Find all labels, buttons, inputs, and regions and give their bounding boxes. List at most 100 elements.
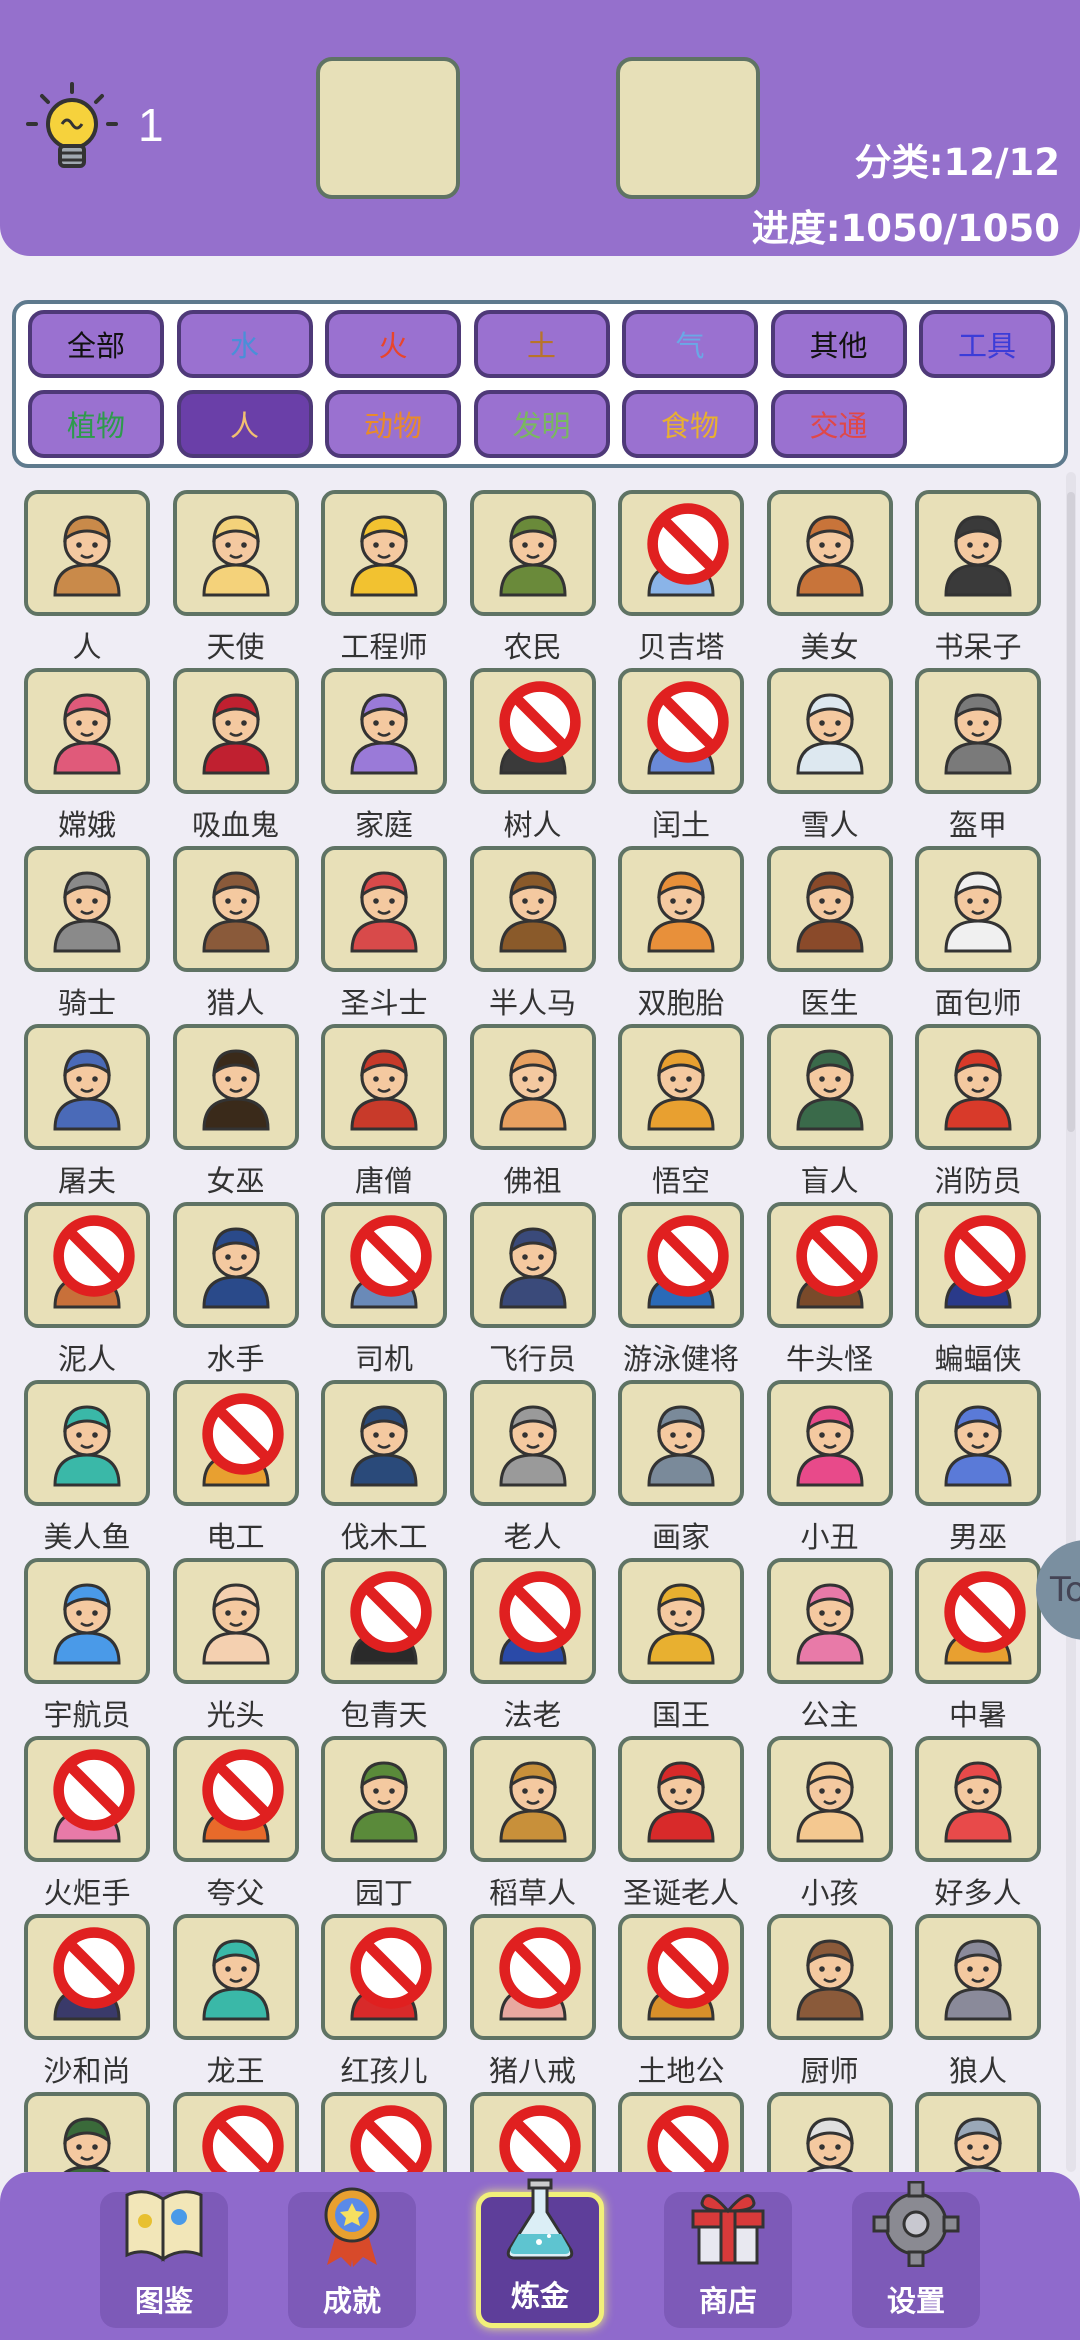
item-tile[interactable]	[469, 846, 596, 972]
item-card[interactable]: 飞行员	[469, 1202, 596, 1378]
item-card[interactable]: 红孩儿	[321, 1914, 447, 2090]
item-card[interactable]: 贝吉塔	[618, 490, 744, 666]
item-tile[interactable]	[766, 846, 893, 972]
item-tile[interactable]	[469, 2092, 596, 2172]
item-tile[interactable]	[618, 1202, 744, 1328]
item-card[interactable]: 悟空	[618, 1024, 744, 1200]
item-tile[interactable]	[915, 846, 1041, 972]
item-tile[interactable]	[469, 1558, 596, 1684]
item-card[interactable]: 农民	[469, 490, 596, 666]
item-card[interactable]: 家庭	[321, 668, 447, 844]
item-tile[interactable]	[172, 1380, 299, 1506]
item-tile[interactable]	[24, 1024, 150, 1150]
item-tile[interactable]	[766, 490, 893, 616]
item-tile[interactable]	[172, 1914, 299, 2040]
item-card[interactable]: 猪八戒	[469, 1914, 596, 2090]
item-card[interactable]: 沙和尚	[24, 1914, 150, 2090]
category-tab[interactable]: 工具	[919, 310, 1055, 378]
item-tile[interactable]	[24, 846, 150, 972]
category-tab[interactable]: 土	[473, 310, 610, 378]
item-card[interactable]: 盲人	[766, 1024, 893, 1200]
item-tile[interactable]	[618, 1736, 744, 1862]
item-card[interactable]: 猎人	[172, 846, 299, 1022]
item-tile[interactable]	[469, 1380, 596, 1506]
item-card[interactable]: 小孩	[766, 1736, 893, 1912]
category-tab[interactable]: 动物	[325, 390, 461, 458]
item-card[interactable]: 夸父	[172, 1736, 299, 1912]
item-card[interactable]	[24, 2092, 150, 2172]
item-card[interactable]	[915, 2092, 1041, 2172]
item-card[interactable]: 小丑	[766, 1380, 893, 1556]
item-tile[interactable]	[321, 1558, 447, 1684]
item-tile[interactable]	[618, 1380, 744, 1506]
item-tile[interactable]	[172, 1558, 299, 1684]
item-tile[interactable]	[321, 668, 447, 794]
category-tab[interactable]: 植物	[28, 390, 164, 458]
item-tile[interactable]	[618, 668, 744, 794]
item-tile[interactable]	[172, 1202, 299, 1328]
item-tile[interactable]	[618, 846, 744, 972]
item-card[interactable]: 面包师	[915, 846, 1041, 1022]
item-tile[interactable]	[618, 1558, 744, 1684]
item-card[interactable]: 老人	[469, 1380, 596, 1556]
item-tile[interactable]	[618, 1024, 744, 1150]
item-card[interactable]: 树人	[469, 668, 596, 844]
item-card[interactable]: 公主	[766, 1558, 893, 1734]
item-tile[interactable]	[915, 1024, 1041, 1150]
item-tile[interactable]	[469, 1736, 596, 1862]
item-tile[interactable]	[469, 1914, 596, 2040]
item-card[interactable]: 美女	[766, 490, 893, 666]
item-card[interactable]: 光头	[172, 1558, 299, 1734]
item-card[interactable]: 龙王	[172, 1914, 299, 2090]
item-card[interactable]: 屠夫	[24, 1024, 150, 1200]
item-card[interactable]: 好多人	[915, 1736, 1041, 1912]
combine-slot-right[interactable]	[616, 57, 760, 199]
nav-button[interactable]: 设置	[852, 2180, 980, 2328]
category-tab[interactable]: 全部	[28, 310, 164, 378]
item-card[interactable]: 画家	[618, 1380, 744, 1556]
item-card[interactable]: 医生	[766, 846, 893, 1022]
item-card[interactable]: 消防员	[915, 1024, 1041, 1200]
item-tile[interactable]	[321, 1202, 447, 1328]
item-tile[interactable]	[766, 1558, 893, 1684]
item-tile[interactable]	[24, 2092, 150, 2172]
item-card[interactable]: 佛祖	[469, 1024, 596, 1200]
item-tile[interactable]	[915, 1914, 1041, 2040]
item-tile[interactable]	[172, 1024, 299, 1150]
item-tile[interactable]	[24, 1736, 150, 1862]
combine-slot-left[interactable]	[316, 57, 460, 199]
item-card[interactable]: 法老	[469, 1558, 596, 1734]
item-card[interactable]	[618, 2092, 744, 2172]
item-tile[interactable]	[618, 2092, 744, 2172]
item-card[interactable]: 书呆子	[915, 490, 1041, 666]
category-tab[interactable]: 发明	[473, 390, 610, 458]
item-tile[interactable]	[321, 490, 447, 616]
item-tile[interactable]	[618, 490, 744, 616]
item-card[interactable]: 牛头怪	[766, 1202, 893, 1378]
item-tile[interactable]	[766, 1914, 893, 2040]
item-card[interactable]	[172, 2092, 299, 2172]
category-tab[interactable]: 火	[325, 310, 461, 378]
category-tab[interactable]: 其他	[770, 310, 907, 378]
nav-button[interactable]: 图鉴	[100, 2190, 228, 2328]
item-tile[interactable]	[915, 490, 1041, 616]
item-card[interactable]: 半人马	[469, 846, 596, 1022]
item-tile[interactable]	[766, 668, 893, 794]
item-tile[interactable]	[321, 846, 447, 972]
nav-button[interactable]: 成就	[288, 2187, 416, 2328]
item-card[interactable]: 圣诞老人	[618, 1736, 744, 1912]
item-card[interactable]: 水手	[172, 1202, 299, 1378]
item-card[interactable]: 稻草人	[469, 1736, 596, 1912]
item-tile[interactable]	[915, 1558, 1041, 1684]
item-tile[interactable]	[321, 1380, 447, 1506]
nav-button[interactable]: 商店	[664, 2192, 792, 2328]
item-tile[interactable]	[766, 1380, 893, 1506]
category-tab[interactable]: 交通	[770, 390, 907, 458]
item-tile[interactable]	[469, 490, 596, 616]
item-tile[interactable]	[915, 1736, 1041, 1862]
item-tile[interactable]	[321, 1914, 447, 2040]
item-tile[interactable]	[469, 1202, 596, 1328]
item-card[interactable]	[766, 2092, 893, 2172]
item-card[interactable]: 土地公	[618, 1914, 744, 2090]
item-card[interactable]: 中暑	[915, 1558, 1041, 1734]
